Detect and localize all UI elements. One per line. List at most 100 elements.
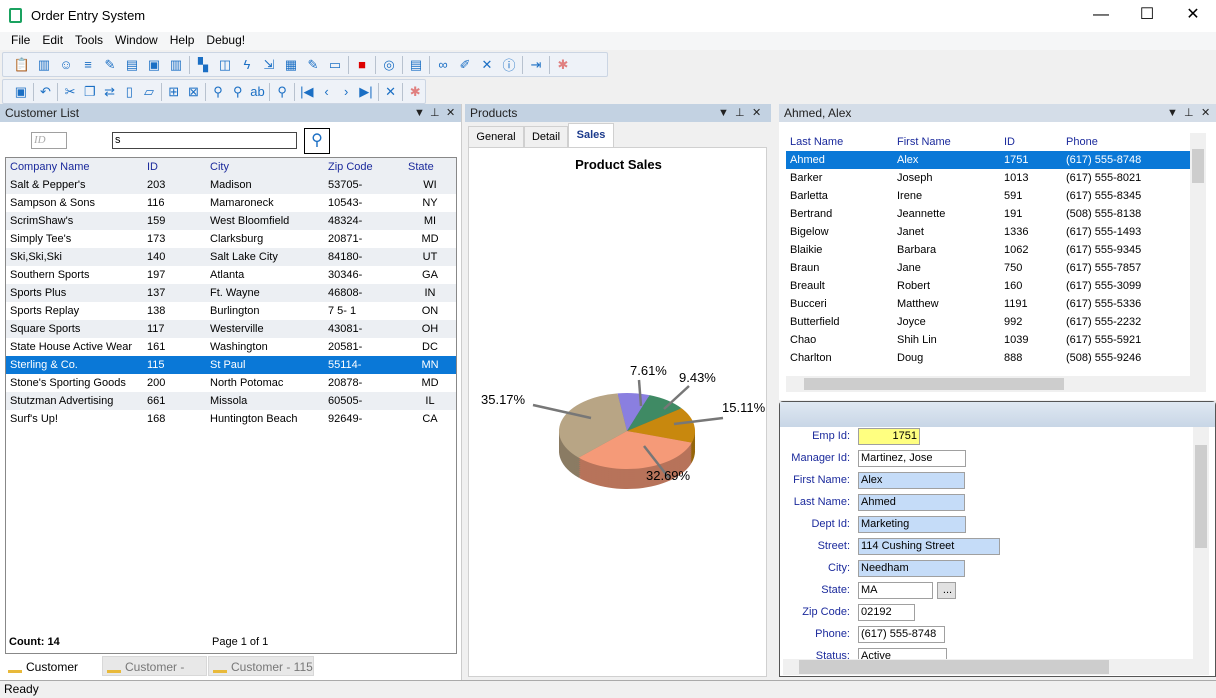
dropdown-icon[interactable]: ▼ <box>1167 104 1178 122</box>
document-icon[interactable]: ▤ <box>405 55 427 75</box>
pin-icon[interactable]: ⊥ <box>735 104 745 122</box>
table-row[interactable]: Breault Robert 160 (617) 555-3099 <box>786 277 1190 295</box>
manager-id-field[interactable]: Martinez, Jose <box>858 450 966 467</box>
eraser-icon[interactable]: ▱ <box>139 82 159 102</box>
copy-icon[interactable]: ❐ <box>80 82 100 102</box>
table-row[interactable]: Simply Tee's 173 Clarksburg 20871- MD <box>6 230 456 248</box>
table-row[interactable]: Surf's Up! 168 Huntington Beach 92649- CA <box>6 410 456 428</box>
tab-sales[interactable]: Sales <box>568 123 614 148</box>
dropdown-icon[interactable]: ▼ <box>414 104 425 122</box>
swap-icon[interactable]: ⇄ <box>100 82 120 102</box>
close-button[interactable]: ✕ <box>1170 0 1216 32</box>
dept-id-field[interactable]: Marketing <box>858 516 966 533</box>
table-row[interactable]: Sterling & Co. 115 St Paul 55114- MN <box>6 356 456 374</box>
table-row[interactable]: Ski,Ski,Ski 140 Salt Lake City 84180- UT <box>6 248 456 266</box>
table-row[interactable]: Bucceri Matthew 1191 (617) 555-5336 <box>786 295 1190 313</box>
pin-icon[interactable]: ⊥ <box>430 104 440 122</box>
info-icon[interactable]: ⓘ <box>498 55 520 75</box>
first-icon[interactable]: |◀ <box>297 82 317 102</box>
phone-field[interactable]: (617) 555-8748 <box>858 626 945 643</box>
menu-file[interactable]: File <box>11 32 30 48</box>
col-zip[interactable]: Zip Code <box>324 158 404 176</box>
next-icon[interactable]: › <box>336 82 356 102</box>
state-field[interactable]: MA <box>858 582 933 599</box>
horizontal-scrollbar[interactable] <box>783 659 1209 675</box>
status-field[interactable]: Active <box>858 648 947 659</box>
table-row[interactable]: Blaikie Barbara 1062 (617) 555-9345 <box>786 241 1190 259</box>
bug-icon[interactable]: ✱ <box>552 55 574 75</box>
table-row[interactable]: Sampson & Sons 116 Mamaroneck 10543- NY <box>6 194 456 212</box>
search-input[interactable]: s <box>112 132 297 149</box>
new-order-icon[interactable]: 📋 <box>11 55 33 75</box>
table-row[interactable]: State House Active Wear 161 Washington 2058… <box>6 338 456 356</box>
exit-icon[interactable]: ⇥ <box>525 55 547 75</box>
pin-icon[interactable]: ⊥ <box>1184 104 1194 122</box>
col-state[interactable]: State <box>404 158 456 176</box>
horizontal-scrollbar[interactable] <box>786 376 1206 392</box>
col-id[interactable]: ID <box>143 158 206 176</box>
search-button[interactable]: ⚲ <box>304 128 330 154</box>
scroll-thumb[interactable] <box>1195 445 1207 548</box>
table-row[interactable]: Bigelow Janet 1336 (617) 555-1493 <box>786 223 1190 241</box>
notes-icon[interactable]: ▤ <box>121 55 143 75</box>
pen-icon[interactable]: ✐ <box>454 55 476 75</box>
close-icon[interactable]: ✕ <box>1201 104 1210 122</box>
table-row[interactable]: Charlton Doug 888 (508) 555-9246 <box>786 349 1190 367</box>
folder-search-icon[interactable]: ▭ <box>324 55 346 75</box>
table-row[interactable]: Sports Replay 138 Burlington 7 5- 1 ON <box>6 302 456 320</box>
dropdown-icon[interactable]: ▼ <box>718 104 729 122</box>
find-next-icon[interactable]: ⚲ <box>228 82 248 102</box>
emp-id-field[interactable]: 1751 <box>858 428 920 445</box>
menu-tools[interactable]: Tools <box>75 32 103 48</box>
cancel-icon[interactable]: ✕ <box>381 82 401 102</box>
scroll-thumb[interactable] <box>799 660 1109 674</box>
col-phone[interactable]: Phone <box>1062 133 1190 151</box>
menu-window[interactable]: Window <box>115 32 158 48</box>
lightning-icon[interactable]: ϟ <box>236 55 258 75</box>
col-last-name[interactable]: Last Name <box>786 133 893 151</box>
chart-icon[interactable]: ▥ <box>165 55 187 75</box>
maximize-button[interactable]: ☐ <box>1124 0 1170 32</box>
col-city[interactable]: City <box>206 158 324 176</box>
last-icon[interactable]: ▶| <box>356 82 376 102</box>
table-row[interactable]: Southern Sports 197 Atlanta 30346- GA <box>6 266 456 284</box>
prev-icon[interactable]: ‹ <box>317 82 337 102</box>
calculator-icon[interactable]: ▦ <box>280 55 302 75</box>
street-field[interactable]: 114 Cushing Street <box>858 538 1000 555</box>
save-icon[interactable]: ▣ <box>11 82 31 102</box>
col-first-name[interactable]: First Name <box>893 133 1000 151</box>
table-row[interactable]: Stutzman Advertising 661 Missola 60505- IL <box>6 392 456 410</box>
minimize-button[interactable]: — <box>1078 0 1124 32</box>
close-icon[interactable]: ✕ <box>446 104 455 122</box>
replace-icon[interactable]: ab <box>248 82 268 102</box>
delete-row-icon[interactable]: ⊠ <box>184 82 204 102</box>
insert-row-icon[interactable]: ⊞ <box>164 82 184 102</box>
bug-icon[interactable]: ✱ <box>405 82 425 102</box>
vertical-scrollbar[interactable] <box>1190 133 1206 376</box>
table-row[interactable]: Stone's Sporting Goods 200 North Potomac 20… <box>6 374 456 392</box>
glasses-icon[interactable]: ∞ <box>432 55 454 75</box>
edit-icon[interactable]: ✎ <box>99 55 121 75</box>
table-row[interactable]: Braun Jane 750 (617) 555-7857 <box>786 259 1190 277</box>
col-company[interactable]: Company Name <box>6 158 143 176</box>
table-row[interactable]: Bertrand Jeannette 191 (508) 555-8138 <box>786 205 1190 223</box>
first-name-field[interactable]: Alex <box>858 472 965 489</box>
id-input[interactable]: ID <box>31 132 67 149</box>
target-icon[interactable]: ◎ <box>378 55 400 75</box>
table-row[interactable]: Square Sports 117 Westerville 43081- OH <box>6 320 456 338</box>
table-row[interactable]: Butterfield Joyce 992 (617) 555-2232 <box>786 313 1190 331</box>
products-icon[interactable]: ▣ <box>143 55 165 75</box>
city-field[interactable]: Needham <box>858 560 965 577</box>
menu-debug[interactable]: Debug! <box>206 32 245 48</box>
customers-icon[interactable]: ▥ <box>33 55 55 75</box>
cut-icon[interactable]: ✂ <box>60 82 80 102</box>
import-icon[interactable]: ⇲ <box>258 55 280 75</box>
list-icon[interactable]: ≡ <box>77 55 99 75</box>
tab-customer-115[interactable]: Customer - 115 <box>208 656 314 676</box>
stop-icon[interactable]: ■ <box>351 55 373 75</box>
table-row[interactable]: Ahmed Alex 1751 (617) 555-8748 <box>786 151 1190 169</box>
table-row[interactable]: ScrimShaw's 159 West Bloomfield 48324- MI <box>6 212 456 230</box>
table-row[interactable]: Barker Joseph 1013 (617) 555-8021 <box>786 169 1190 187</box>
tab-detail[interactable]: Detail <box>524 126 568 148</box>
zip-code-field[interactable]: 02192 <box>858 604 915 621</box>
